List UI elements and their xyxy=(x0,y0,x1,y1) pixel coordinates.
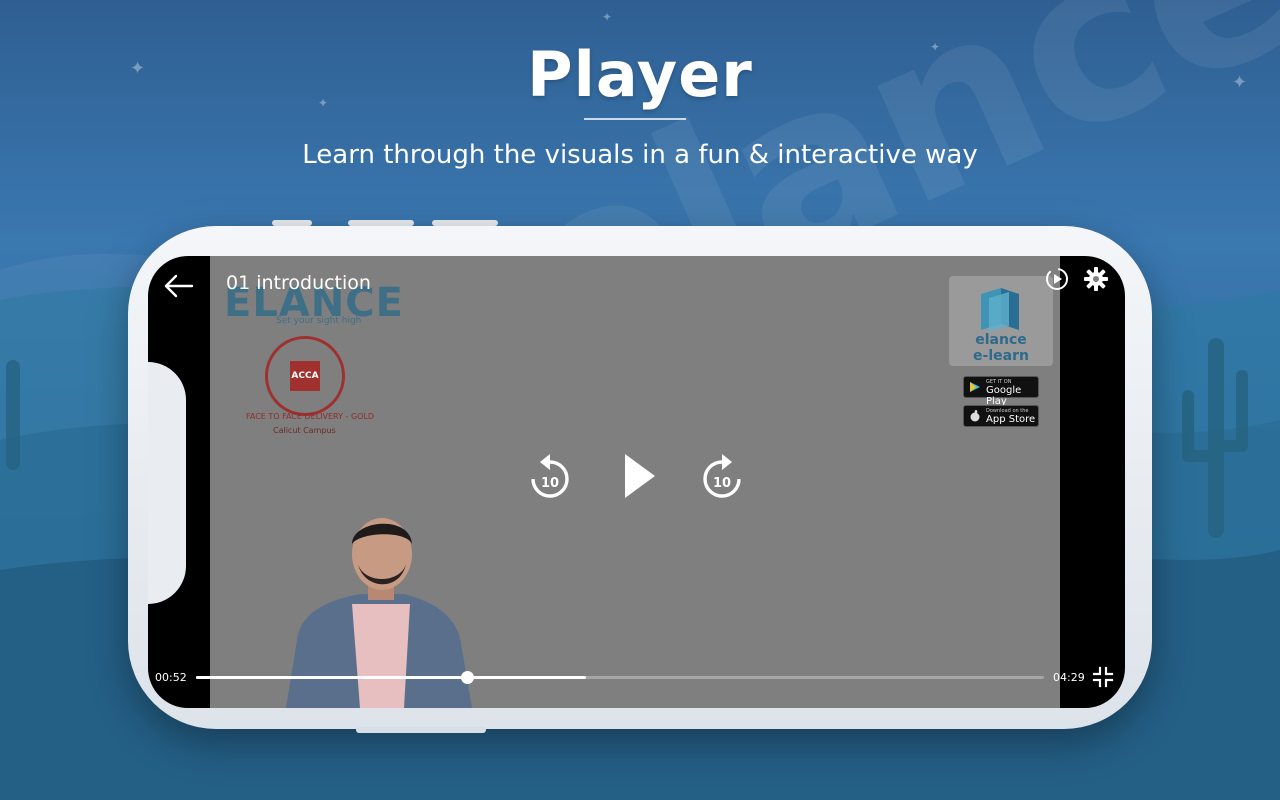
forward-10-icon: 10 xyxy=(703,454,741,498)
app-store-badge: Download on the App Store xyxy=(963,405,1039,427)
forward-10-button[interactable]: 10 xyxy=(700,452,744,502)
rewind-seconds: 10 xyxy=(541,476,559,491)
acca-badge: ACCA xyxy=(290,361,320,391)
rewind-10-button[interactable]: 10 xyxy=(528,452,572,502)
elearn-line2: e-learn xyxy=(973,348,1029,364)
app-store-text: App Store xyxy=(986,414,1036,425)
page-subtitle: Learn through the visuals in a fun & int… xyxy=(302,140,978,170)
elearn-name: elance e-learn xyxy=(949,332,1053,364)
elance-tagline: Set your sight high xyxy=(276,316,362,326)
gear-icon[interactable] xyxy=(1083,266,1109,292)
elearn-book-icon xyxy=(981,288,1019,332)
elearn-line1: elance xyxy=(975,332,1027,348)
sparkle-icon: ✦ xyxy=(602,10,613,24)
video-title: 01 introduction xyxy=(226,272,371,294)
duration: 04:29 xyxy=(1053,671,1085,684)
google-play-icon xyxy=(970,382,980,392)
page-title: Player xyxy=(527,38,753,111)
phone-notch xyxy=(148,362,186,604)
play-button[interactable] xyxy=(622,452,658,500)
google-play-text: Google Play xyxy=(986,385,1022,407)
replay-10-icon: 10 xyxy=(531,454,569,498)
video-player[interactable]: ELANCE Set your sight high ACCA FACE TO … xyxy=(148,256,1125,708)
current-time: 00:52 xyxy=(155,671,187,684)
back-arrow-icon[interactable] xyxy=(162,272,196,300)
autoplay-icon[interactable] xyxy=(1044,266,1070,292)
title-divider xyxy=(584,118,686,120)
played-bar xyxy=(196,676,468,679)
fullscreen-exit-icon[interactable] xyxy=(1092,666,1114,688)
google-play-badge: GET IT ON Google Play xyxy=(963,376,1039,407)
apple-icon xyxy=(970,410,980,422)
forward-seconds: 10 xyxy=(713,476,731,491)
elearn-logo-card: elance e-learn xyxy=(949,276,1053,366)
acca-seal: ACCA xyxy=(265,336,345,416)
phone-side-button xyxy=(356,727,486,733)
acca-delivery-text: FACE TO FACE DELIVERY - GOLD xyxy=(246,412,375,421)
seek-bar[interactable] xyxy=(196,671,1044,684)
acca-campus-text: Calicut Campus xyxy=(273,426,336,435)
play-icon xyxy=(625,454,655,498)
